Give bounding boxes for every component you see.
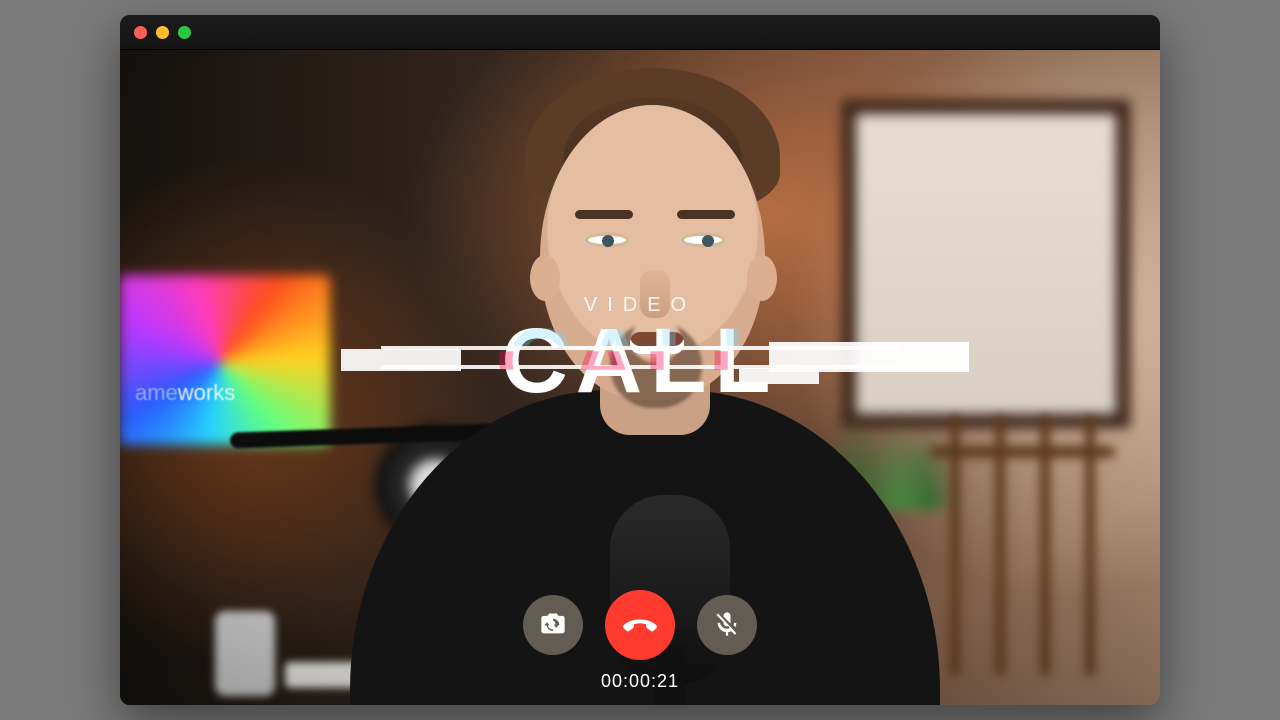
app-window: ameworks VIDEO CA — [120, 15, 1160, 705]
maximize-window-button[interactable] — [178, 26, 191, 39]
flip-camera-icon — [539, 610, 567, 641]
mute-button[interactable] — [697, 595, 757, 655]
minimize-window-button[interactable] — [156, 26, 169, 39]
flip-camera-button[interactable] — [523, 595, 583, 655]
microphone-muted-icon — [713, 610, 741, 641]
call-timer: 00:00:21 — [120, 671, 1160, 692]
close-window-button[interactable] — [134, 26, 147, 39]
call-controls — [120, 595, 1160, 660]
titlebar[interactable] — [120, 15, 1160, 50]
end-call-button[interactable] — [605, 590, 675, 660]
video-stage: ameworks VIDEO CA — [120, 50, 1160, 705]
hangup-icon — [622, 606, 658, 645]
